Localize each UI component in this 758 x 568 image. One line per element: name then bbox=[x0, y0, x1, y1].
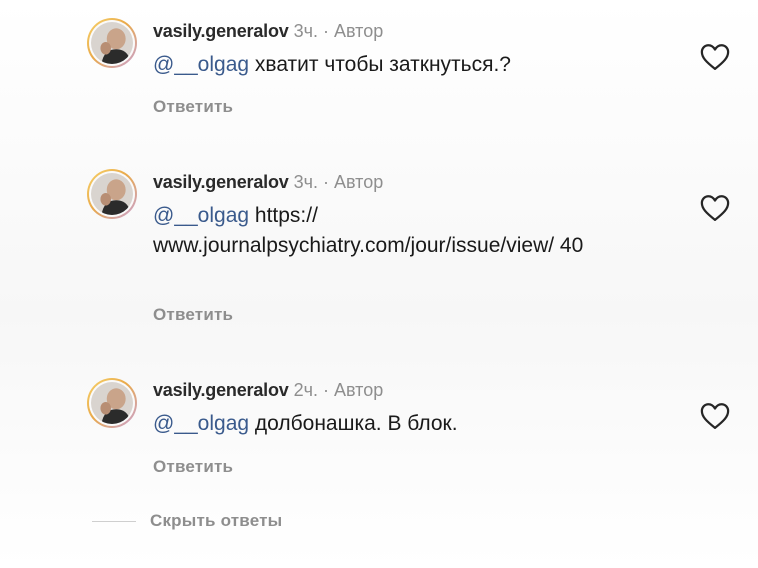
author-badge: Автор bbox=[333, 380, 384, 400]
username-link[interactable]: vasily.generalov bbox=[153, 172, 289, 192]
timestamp: 3ч. bbox=[293, 172, 318, 192]
comment-meta: vasily.generalov 3ч. · Автор bbox=[153, 171, 383, 193]
reply-button[interactable]: Ответить bbox=[153, 305, 233, 325]
like-heart-icon[interactable] bbox=[700, 194, 730, 222]
profile-photo bbox=[91, 382, 133, 424]
divider-line bbox=[92, 520, 136, 522]
mention-link[interactable]: @__olgag bbox=[153, 412, 249, 435]
comment-meta: vasily.generalov 3ч. · Автор bbox=[153, 20, 383, 42]
username-link[interactable]: vasily.generalov bbox=[153, 380, 289, 400]
author-badge: Автор bbox=[333, 21, 384, 41]
heart-outline-icon bbox=[700, 195, 730, 221]
hide-replies-button[interactable]: Скрыть ответы bbox=[92, 508, 282, 534]
comment-meta: vasily.generalov 2ч. · Автор bbox=[153, 379, 383, 401]
hide-replies-label: Скрыть ответы bbox=[150, 511, 283, 530]
like-heart-icon[interactable] bbox=[700, 43, 730, 71]
comment-text: @__olgag хватит чтобы заткнуться.? bbox=[153, 50, 673, 80]
timestamp: 3ч. bbox=[293, 21, 318, 41]
heart-outline-icon bbox=[700, 44, 730, 70]
like-heart-icon[interactable] bbox=[700, 402, 730, 430]
meta-separator: · bbox=[322, 172, 329, 192]
profile-photo bbox=[91, 22, 133, 64]
meta-separator: · bbox=[322, 380, 329, 400]
reply-button[interactable]: Ответить bbox=[153, 97, 233, 117]
author-badge: Автор bbox=[333, 172, 384, 192]
comment-body: долбонашка. В блок. bbox=[249, 412, 458, 435]
profile-photo bbox=[91, 173, 133, 215]
comment-text: @__olgag https:// www.journalpsychiatry.… bbox=[153, 201, 653, 261]
reply-button[interactable]: Ответить bbox=[153, 457, 233, 477]
meta-separator: · bbox=[322, 21, 329, 41]
heart-outline-icon bbox=[700, 403, 730, 429]
avatar[interactable] bbox=[87, 378, 137, 428]
comment-text: @__olgag долбонашка. В блок. bbox=[153, 409, 673, 439]
username-link[interactable]: vasily.generalov bbox=[153, 21, 289, 41]
comment-body: хватит чтобы заткнуться.? bbox=[249, 53, 511, 76]
comment-thread: vasily.generalov 3ч. · Автор @__olgag хв… bbox=[0, 0, 758, 568]
avatar[interactable] bbox=[87, 18, 137, 68]
mention-link[interactable]: @__olgag bbox=[153, 204, 249, 227]
timestamp: 2ч. bbox=[293, 380, 318, 400]
mention-link[interactable]: @__olgag bbox=[153, 53, 249, 76]
avatar[interactable] bbox=[87, 169, 137, 219]
